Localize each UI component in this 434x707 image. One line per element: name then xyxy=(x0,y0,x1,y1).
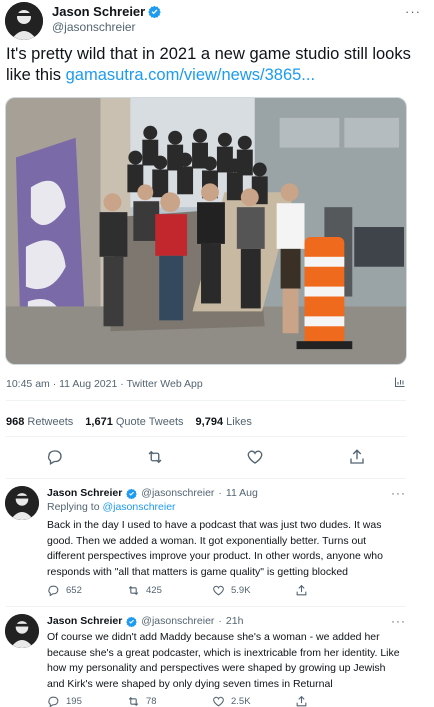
reply-actions: 195 78 2.5K xyxy=(47,695,377,707)
retweet-count: 425 xyxy=(146,585,162,596)
more-options-icon[interactable]: ··· xyxy=(391,486,406,500)
like-button[interactable]: 5.9K xyxy=(212,584,251,597)
avatar[interactable] xyxy=(5,2,43,40)
tweet-photo[interactable] xyxy=(5,97,407,365)
share-icon xyxy=(296,695,307,707)
retweet-button[interactable]: 425 xyxy=(127,584,162,597)
separator: · xyxy=(218,487,222,499)
tweet-link[interactable]: gamasutra.com/view/news/3865... xyxy=(66,66,315,84)
divider xyxy=(6,606,406,607)
avatar-image xyxy=(5,2,43,40)
reply-icon xyxy=(48,585,59,597)
verified-badge-icon xyxy=(126,488,138,499)
quotes-count: 1,671 xyxy=(85,416,113,428)
replying-to-handle[interactable]: @jasonschreier xyxy=(102,501,175,513)
reply-tweet[interactable]: Jason Schreier @jasonschreier · 11 Aug ·… xyxy=(0,486,434,604)
like-button[interactable]: 2.5K xyxy=(212,695,251,707)
tweet-timestamp[interactable]: 10:45 am · 11 Aug 2021 · Twitter Web App xyxy=(6,378,203,390)
tweet-stats: 968 Retweets 1,671 Quote Tweets 9,794 Li… xyxy=(6,416,252,428)
like-button[interactable] xyxy=(246,448,264,466)
author-name[interactable]: Jason Schreier xyxy=(52,4,145,19)
tweet-text: It's pretty wild that in 2021 a new game… xyxy=(6,44,426,86)
divider xyxy=(6,478,406,479)
retweets-stat[interactable]: 968 Retweets xyxy=(6,416,73,428)
likes-stat[interactable]: 9,794 Likes xyxy=(196,416,252,428)
avatar[interactable] xyxy=(5,614,39,648)
more-options-icon[interactable]: ··· xyxy=(405,4,421,19)
reply-count: 652 xyxy=(66,585,82,596)
reply-tweet[interactable]: Jason Schreier @jasonschreier · 21h ··· … xyxy=(0,614,434,707)
share-button[interactable] xyxy=(348,448,366,466)
verified-badge-icon xyxy=(148,5,162,18)
quotes-stat[interactable]: 1,671 Quote Tweets xyxy=(85,416,183,428)
heart-icon xyxy=(213,585,224,596)
like-count: 5.9K xyxy=(231,585,251,596)
reply-text: Of course we didn't add Maddy because sh… xyxy=(47,631,400,690)
likes-label: Likes xyxy=(226,416,252,428)
reply-actions: 652 425 5.9K xyxy=(47,584,377,600)
reply-text: Back in the day I used to have a podcast… xyxy=(47,519,383,578)
retweet-icon xyxy=(128,585,139,596)
reply-count: 195 xyxy=(66,696,82,707)
share-icon xyxy=(350,449,364,464)
likes-count: 9,794 xyxy=(195,416,224,428)
tweet-actions xyxy=(0,448,434,468)
retweets-count: 968 xyxy=(6,416,25,428)
retweet-button[interactable]: 78 xyxy=(127,695,157,707)
reply-time[interactable]: 21h xyxy=(226,615,244,627)
retweet-button[interactable] xyxy=(146,448,164,466)
retweet-count: 78 xyxy=(146,696,157,707)
author-name-row: Jason Schreier xyxy=(52,4,162,19)
reply-header: Jason Schreier @jasonschreier · 11 Aug xyxy=(47,487,258,499)
share-icon xyxy=(296,584,307,596)
reply-button[interactable]: 652 xyxy=(47,584,82,597)
replying-prefix: Replying to xyxy=(47,501,103,513)
reply-icon xyxy=(47,450,62,465)
divider xyxy=(6,400,406,401)
heart-icon xyxy=(247,450,263,464)
author-name[interactable]: Jason Schreier xyxy=(47,487,122,499)
analytics-icon[interactable] xyxy=(394,376,406,388)
heart-icon xyxy=(213,696,224,707)
retweet-icon xyxy=(128,696,139,707)
quotes-label: Quote Tweets xyxy=(115,416,184,428)
verified-badge-icon xyxy=(126,616,138,627)
group-photo-icon xyxy=(6,98,406,364)
retweets-label: Retweets xyxy=(27,416,74,428)
replying-to: Replying to @jasonschreier xyxy=(47,501,176,513)
avatar[interactable] xyxy=(5,486,39,520)
reply-header: Jason Schreier @jasonschreier · 21h xyxy=(47,615,243,627)
like-count: 2.5K xyxy=(231,696,251,707)
reply-button[interactable] xyxy=(46,448,64,466)
separator: · xyxy=(218,615,222,627)
author-name[interactable]: Jason Schreier xyxy=(47,615,122,627)
more-options-icon[interactable]: ··· xyxy=(391,614,406,628)
retweet-icon xyxy=(148,450,162,464)
author-handle[interactable]: @jasonschreier xyxy=(141,615,214,627)
reply-button[interactable]: 195 xyxy=(47,695,82,707)
share-button[interactable] xyxy=(295,695,308,707)
avatar-image xyxy=(5,614,39,648)
author-handle[interactable]: @jasonschreier xyxy=(52,20,136,34)
avatar-image xyxy=(5,486,39,520)
divider xyxy=(6,436,406,437)
tweet-header: Jason Schreier @jasonschreier ··· xyxy=(5,2,429,40)
share-button[interactable] xyxy=(295,584,308,597)
author-handle[interactable]: @jasonschreier xyxy=(141,487,214,499)
reply-icon xyxy=(48,696,59,707)
reply-time[interactable]: 11 Aug xyxy=(226,487,258,499)
